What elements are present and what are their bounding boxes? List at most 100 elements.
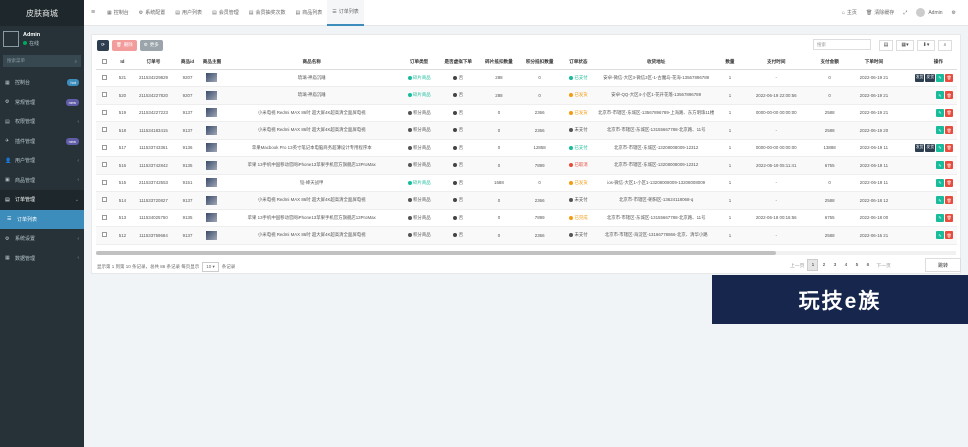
search-icon[interactable]: ⌕: [938, 39, 952, 51]
delete-icon[interactable]: 🗑: [945, 73, 953, 82]
table-row[interactable]: 516 111533742842 9135 苹果 13手机中国移动官网iPhone13…: [96, 156, 957, 175]
edit-icon[interactable]: ✎: [936, 143, 944, 152]
row-checkbox[interactable]: [96, 86, 113, 105]
page-button[interactable]: 3: [829, 259, 840, 271]
edit-icon[interactable]: ✎: [936, 231, 944, 240]
jump-button[interactable]: 跳转: [925, 258, 961, 272]
page-button[interactable]: 1: [807, 259, 819, 271]
row-checkbox[interactable]: [96, 139, 113, 157]
cell-thumbnail[interactable]: [200, 156, 224, 175]
sidebar-search-input[interactable]: 搜索菜单: [7, 58, 25, 64]
brand-title[interactable]: 皮肤商城: [0, 0, 84, 26]
column-header[interactable]: 订单类型: [400, 55, 438, 70]
sidebar-search[interactable]: 搜索菜单 ⌕: [3, 55, 81, 67]
cell-thumbnail[interactable]: [200, 104, 224, 122]
edit-icon[interactable]: ✎: [936, 178, 944, 187]
page-button[interactable]: 2: [818, 259, 829, 271]
columns-icon[interactable]: ▦▾: [896, 39, 914, 51]
row-checkbox[interactable]: [96, 156, 113, 175]
edit-icon[interactable]: ✎: [936, 126, 944, 135]
user-menu[interactable]: Admin: [916, 8, 943, 17]
cell-thumbnail[interactable]: [200, 69, 224, 87]
tab-2[interactable]: ▤ 用户列表: [170, 0, 207, 26]
table-row[interactable]: 512 111533759684 9137 小米电视 Redmi MAX 86吋 超大…: [96, 226, 957, 245]
table-row[interactable]: 520 211534227820 9207 琉璃-神庙沉睡 碎片商品否 288 0 已发货 安卓…: [96, 86, 957, 105]
cell-thumbnail[interactable]: [200, 209, 224, 227]
column-header[interactable]: 下单时间: [851, 55, 897, 70]
product-thumbnail[interactable]: [206, 230, 218, 240]
delete-button[interactable]: 🗑 删除: [112, 39, 137, 51]
edit-icon[interactable]: ✎: [936, 108, 944, 117]
table-row[interactable]: 518 111534183415 9137 小米电视 Redmi MAX 86吋 超大…: [96, 121, 957, 140]
column-header[interactable]: 积分抵扣数量: [519, 55, 560, 70]
tab-5[interactable]: ▤ 商品列表: [291, 0, 328, 26]
horizontal-scrollbar[interactable]: [96, 251, 956, 255]
tab-1[interactable]: ⚙ 系统配置: [134, 0, 171, 26]
column-header[interactable]: Id: [112, 55, 133, 70]
edit-icon[interactable]: ✎: [936, 91, 944, 100]
cell-thumbnail[interactable]: [200, 226, 224, 245]
settings-gear-icon[interactable]: ⚙: [952, 10, 956, 16]
sidebar-item-8[interactable]: ⚙ 系统设置 ‹: [0, 229, 84, 249]
delete-icon[interactable]: 🗑: [945, 161, 953, 170]
column-header[interactable]: 订单状态: [560, 55, 597, 70]
next-page-button[interactable]: 下一页: [873, 259, 893, 271]
export-icon[interactable]: ⬇▾: [917, 39, 935, 51]
delete-icon[interactable]: 🗑: [945, 108, 953, 117]
product-thumbnail[interactable]: [206, 213, 218, 223]
sidebar-item-5[interactable]: ▣ 商品管理 ‹: [0, 171, 84, 191]
edit-icon[interactable]: ✎: [936, 196, 944, 205]
product-thumbnail[interactable]: [206, 125, 218, 135]
tab-6[interactable]: ☰ 订单列表: [327, 0, 364, 26]
more-button[interactable]: ⚙ 更多: [139, 39, 163, 51]
cell-thumbnail[interactable]: [200, 139, 224, 157]
delete-icon[interactable]: 🗑: [945, 196, 953, 205]
search-icon[interactable]: ⌕: [74, 59, 77, 64]
ship-button[interactable]: 发货: [925, 73, 935, 82]
column-header[interactable]: 商品id: [174, 55, 201, 70]
row-checkbox[interactable]: [96, 69, 113, 87]
table-row[interactable]: 519 211534227223 9137 小米电视 Redmi MAX 86吋 超大…: [96, 104, 957, 122]
cell-thumbnail[interactable]: [200, 191, 224, 210]
delete-icon[interactable]: 🗑: [945, 143, 953, 152]
column-header[interactable]: 收货地址: [596, 55, 716, 70]
row-checkbox[interactable]: [96, 191, 113, 210]
column-header[interactable]: 数量: [715, 55, 745, 70]
delete-icon[interactable]: 🗑: [945, 231, 953, 240]
hamburger-menu-icon[interactable]: ≡: [84, 9, 102, 16]
edit-icon[interactable]: ✎: [936, 213, 944, 222]
delete-icon[interactable]: 🗑: [945, 213, 953, 222]
delete-icon[interactable]: 🗑: [945, 91, 953, 100]
delete-icon[interactable]: 🗑: [945, 126, 953, 135]
row-checkbox[interactable]: [96, 209, 113, 227]
ship-button[interactable]: 发货: [914, 143, 925, 152]
clear-cache-button[interactable]: 🗑 清除缓存: [866, 9, 894, 17]
sidebar-item-4[interactable]: 👤 用户管理 ‹: [0, 151, 84, 171]
sidebar-item-7[interactable]: ☰ 订单列表: [0, 209, 84, 229]
toggle-view-icon[interactable]: ▤: [879, 39, 893, 51]
table-row[interactable]: 517 111533743361 9136 苹果Macbook Pro 13英寸笔记本…: [96, 139, 957, 157]
page-button[interactable]: 4: [840, 259, 851, 271]
table-row[interactable]: 514 111533720827 9137 小米电视 Redmi MAX 86吋 超大…: [96, 191, 957, 210]
column-header[interactable]: 支付金额: [808, 55, 852, 70]
table-row[interactable]: 513 111534025750 9135 苹果 13手机中国移动官网iPhone13…: [96, 209, 957, 227]
product-thumbnail[interactable]: [206, 195, 218, 205]
column-header[interactable]: 是否虚拟下单: [437, 55, 479, 70]
cell-thumbnail[interactable]: [200, 174, 224, 192]
cell-thumbnail[interactable]: [200, 121, 224, 140]
table-row[interactable]: 515 211533742553 9151 铠-绛天战甲 碎片商品否 1688 0 已发货 io…: [96, 174, 957, 192]
tab-3[interactable]: ▤ 会员管理: [207, 0, 244, 26]
sidebar-item-2[interactable]: ▤ 权限管理 ‹: [0, 112, 84, 132]
select-all-checkbox[interactable]: [96, 55, 113, 70]
row-checkbox[interactable]: [96, 104, 113, 122]
product-thumbnail[interactable]: [206, 108, 218, 118]
column-header[interactable]: 支付时间: [744, 55, 809, 70]
column-header[interactable]: 碎片抵扣数量: [478, 55, 520, 70]
sidebar-item-9[interactable]: ▦ 数据管理 ‹: [0, 249, 84, 269]
edit-icon[interactable]: ✎: [936, 161, 944, 170]
column-header[interactable]: 商品名称: [223, 55, 401, 70]
sidebar-item-6[interactable]: ▤ 订单管理 ⌄: [0, 190, 84, 210]
cell-thumbnail[interactable]: [200, 86, 224, 105]
product-thumbnail[interactable]: [206, 90, 218, 100]
product-thumbnail[interactable]: [206, 73, 218, 83]
